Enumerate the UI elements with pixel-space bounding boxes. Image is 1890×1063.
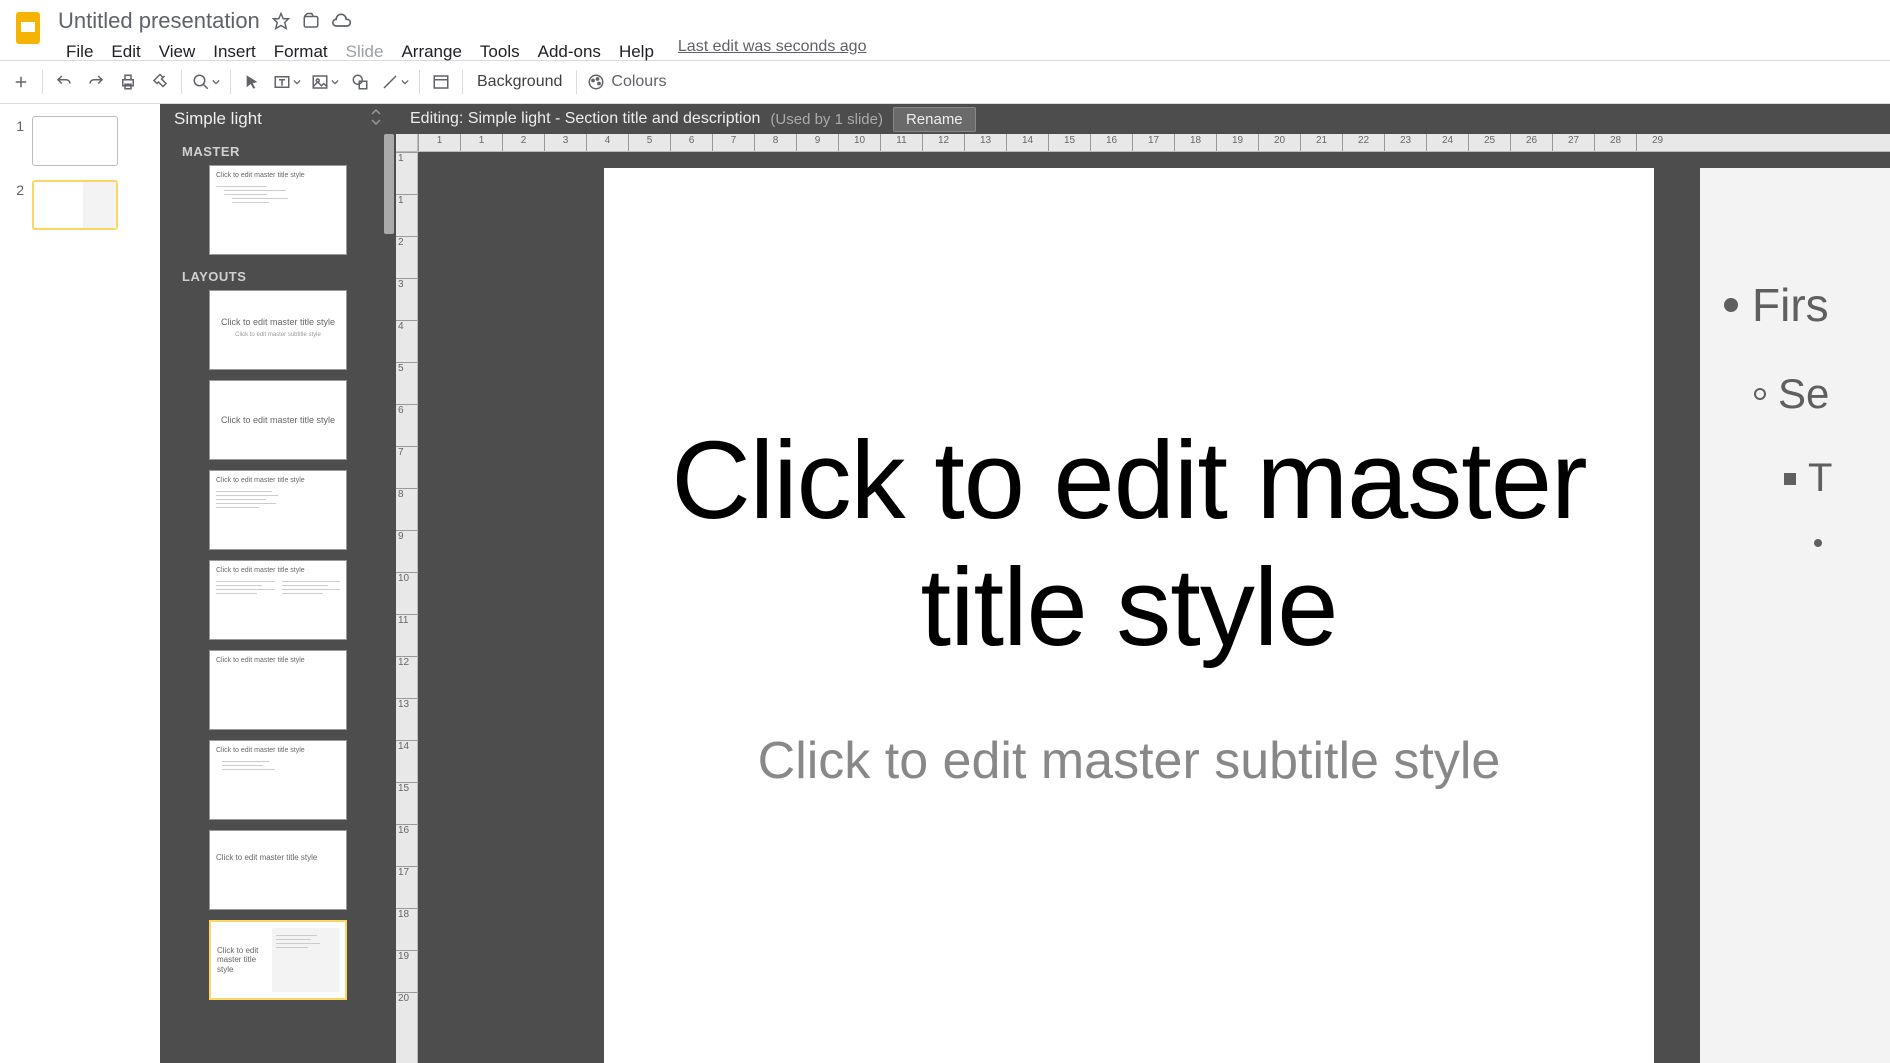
menu-insert[interactable]: Insert	[205, 38, 264, 66]
bullet-square-icon	[1784, 473, 1796, 485]
slide-thumb-1[interactable]	[32, 116, 118, 166]
theme-name: Simple light	[174, 109, 262, 129]
bullet-circle-icon	[1754, 388, 1766, 400]
image-button[interactable]	[307, 67, 343, 97]
editing-info-bar: Editing: Simple light - Section title an…	[396, 104, 1890, 134]
redo-button[interactable]	[81, 67, 111, 97]
select-tool-button[interactable]	[237, 67, 267, 97]
layout-thumb[interactable]: Click to edit master title style Click t…	[209, 290, 347, 370]
print-button[interactable]	[113, 67, 143, 97]
editing-label: Editing: Simple light - Section title an…	[410, 110, 760, 128]
star-icon[interactable]	[272, 12, 290, 30]
rename-button[interactable]: Rename	[893, 107, 976, 132]
adjacent-body-placeholder[interactable]: Firs Se T	[1700, 168, 1890, 1063]
usage-label: (Used by 1 slide)	[770, 111, 883, 128]
undo-button[interactable]	[49, 67, 79, 97]
menu-format[interactable]: Format	[266, 38, 336, 66]
slide-filmstrip: 1 2	[0, 104, 160, 1063]
layout-thumb[interactable]: Click to edit master title style	[209, 650, 347, 730]
slide-number: 1	[8, 116, 24, 134]
colours-button[interactable]: Colours	[583, 67, 670, 97]
document-title[interactable]: Untitled presentation	[58, 8, 260, 34]
menubar: File Edit View Insert Format Slide Arran…	[58, 38, 866, 66]
placeholder-button[interactable]	[426, 67, 456, 97]
bullet-dot-icon	[1814, 539, 1822, 547]
theme-dropdown-icon[interactable]	[370, 109, 382, 130]
slides-logo[interactable]	[8, 8, 48, 48]
textbox-button[interactable]	[269, 67, 305, 97]
theme-panel: Simple light MASTER Click to edit master…	[160, 104, 396, 1063]
menu-view[interactable]: View	[151, 38, 204, 66]
ruler-corner	[396, 134, 418, 152]
bullet-disc-icon	[1724, 298, 1738, 312]
layout-thumb[interactable]: Click to edit master title style	[209, 830, 347, 910]
main-area: 1 2 Simple light MASTER Click to edit ma…	[0, 104, 1890, 1063]
paint-format-button[interactable]	[145, 67, 175, 97]
layout-thumb[interactable]: Click to edit master title style	[209, 470, 347, 550]
master-section-label: MASTER	[160, 140, 396, 165]
zoom-button[interactable]	[188, 67, 224, 97]
master-thumb[interactable]: Click to edit master title style	[209, 165, 347, 255]
menu-edit[interactable]: Edit	[103, 38, 148, 66]
layout-thumb[interactable]: Click to edit master title style	[209, 560, 347, 640]
background-button[interactable]: Background	[469, 73, 570, 91]
menu-tools[interactable]: Tools	[472, 38, 528, 66]
menu-slide: Slide	[338, 38, 392, 66]
layouts-section-label: LAYOUTS	[160, 265, 396, 290]
app-header: Untitled presentation File Edit View Ins…	[0, 0, 1890, 60]
master-subtitle-placeholder[interactable]: Click to edit master subtitle style	[604, 731, 1654, 791]
shape-button[interactable]	[345, 67, 375, 97]
slide-number: 2	[8, 180, 24, 198]
layout-thumb[interactable]: Click to edit master title style	[209, 380, 347, 460]
menu-arrange[interactable]: Arrange	[393, 38, 469, 66]
layout-thumb-selected[interactable]: Click to edit master title style	[209, 920, 347, 1000]
line-button[interactable]	[377, 67, 413, 97]
theme-scrollbar[interactable]	[382, 134, 394, 1063]
toolbar: Background Colours	[0, 60, 1890, 104]
cloud-saved-icon[interactable]	[332, 11, 352, 31]
canvas-area: Editing: Simple light - Section title an…	[396, 104, 1890, 1063]
slide-canvas[interactable]: Click to edit master title style Click t…	[604, 168, 1654, 1063]
master-title-placeholder[interactable]: Click to edit master title style	[604, 418, 1654, 671]
layout-thumb[interactable]: Click to edit master title style	[209, 740, 347, 820]
move-icon[interactable]	[302, 12, 320, 30]
menu-file[interactable]: File	[58, 38, 101, 66]
ruler-vertical[interactable]: 11234567891011121314151617181920	[396, 152, 418, 1063]
ruler-horizontal[interactable]: 1123456789101112131415161718192021222324…	[418, 134, 1890, 152]
menu-help[interactable]: Help	[611, 38, 662, 66]
new-slide-button[interactable]	[6, 67, 36, 97]
slide-thumb-2[interactable]	[32, 180, 118, 230]
last-edit-link[interactable]: Last edit was seconds ago	[678, 38, 867, 66]
menu-addons[interactable]: Add-ons	[530, 38, 609, 66]
